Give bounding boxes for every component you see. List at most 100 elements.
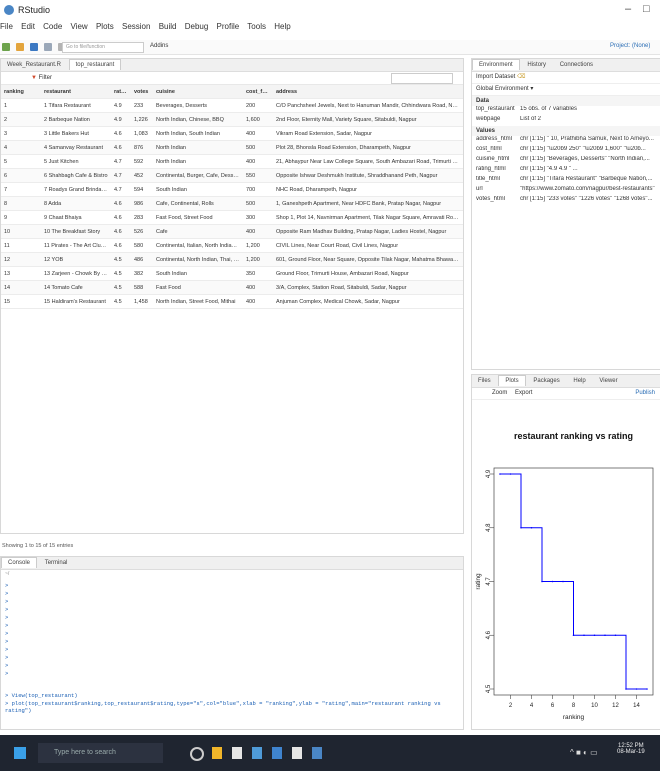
- table-row[interactable]: 44 Samanvay Restaurant 4.6 876 North Indian…: [1, 140, 463, 155]
- env-row[interactable]: webpage List of 2: [472, 116, 660, 126]
- save-all-icon[interactable]: [43, 43, 52, 51]
- zoom-button[interactable]: Zoom: [492, 390, 507, 396]
- column-header[interactable]: rating: [111, 85, 131, 99]
- table-row[interactable]: 33 Little Bakers Hut 4.6 1,083 North Indian…: [1, 126, 463, 141]
- menu-edit[interactable]: Edit: [21, 22, 35, 31]
- table-row[interactable]: 12 12 YOB 4.5 486 Continental, North Indian,…: [1, 252, 463, 267]
- env-value: chr [1:15] "Beverages, Desserts" "North …: [520, 156, 650, 162]
- table-row[interactable]: 55 Just Kitchen 4.7 592 North Indian 400 21, …: [1, 154, 463, 169]
- filter-label[interactable]: Filter: [39, 75, 52, 81]
- new-file-icon[interactable]: [2, 43, 10, 51]
- word-icon[interactable]: [272, 747, 282, 759]
- env-row[interactable]: cost_html chr [1:15] "\u20b9 250" "\u20b9…: [472, 146, 660, 156]
- rstudio-taskbar-icon[interactable]: [312, 747, 322, 759]
- goto-file-input[interactable]: Go to file/function: [62, 42, 144, 53]
- addins-button[interactable]: Addins: [150, 43, 168, 49]
- project-button[interactable]: Project: (None): [610, 43, 650, 49]
- env-name: address_html: [476, 136, 513, 142]
- column-header[interactable]: address: [273, 85, 463, 99]
- chrome-icon[interactable]: [212, 747, 222, 759]
- tab-top-restaurant[interactable]: top_restaurant: [68, 59, 122, 70]
- publish-button[interactable]: Publish: [635, 388, 655, 399]
- minimize-button[interactable]: –: [625, 3, 631, 15]
- menu-session[interactable]: Session: [122, 22, 150, 31]
- table-cell: Shop 1, Plot 14, Navnirman Apartment, Ti…: [273, 210, 463, 225]
- menu-tools[interactable]: Tools: [247, 22, 266, 31]
- tab-script[interactable]: Week_Restaurant.R: [1, 60, 67, 70]
- save-icon[interactable]: [29, 43, 38, 51]
- table-row[interactable]: 11 Tifara Restaurant 4.9 233 Beverages, Des…: [1, 98, 463, 113]
- tab-connections[interactable]: Connections: [554, 60, 599, 70]
- tab-plots[interactable]: Plots: [498, 375, 526, 386]
- table-row[interactable]: 15 15 Haldiram's Restaurant 4.5 1,458 North …: [1, 294, 463, 309]
- scope-select[interactable]: Global Environment ▾: [472, 84, 660, 96]
- table-row[interactable]: 22 Barbeque Nation 4.9 1,226 North Indian, …: [1, 112, 463, 127]
- table-cell: 21, Abhaypur Near Law College Square, So…: [273, 154, 463, 169]
- env-row[interactable]: cuisine_html chr [1:15] "Beverages, Desse…: [472, 156, 660, 166]
- menu-view[interactable]: View: [71, 22, 88, 31]
- env-row[interactable]: top_restaurant 15 obs. of 7 variables: [472, 106, 660, 116]
- env-row[interactable]: votes_html chr [1:15] "233 votes" "1226 v…: [472, 196, 660, 206]
- x-tick-label: 14: [633, 703, 640, 709]
- open-project-icon[interactable]: [15, 43, 24, 51]
- window-title: RStudio: [18, 5, 51, 15]
- store-icon[interactable]: [232, 747, 242, 759]
- table-cell: 1 Tifara Restaurant: [41, 98, 111, 113]
- tab-files[interactable]: Files: [472, 376, 497, 386]
- table-row[interactable]: 88 Adda 4.6 986 Cafe, Continental, Rolls 500…: [1, 196, 463, 211]
- data-point: [541, 580, 543, 583]
- table-cell: 6: [1, 168, 41, 183]
- table-search-input[interactable]: [391, 73, 453, 84]
- menu-help[interactable]: Help: [274, 22, 290, 31]
- column-header[interactable]: cuisine: [153, 85, 243, 99]
- taskbar-search-box[interactable]: Type here to search: [38, 743, 163, 763]
- maximize-button[interactable]: □: [643, 3, 650, 15]
- column-header[interactable]: restaurant: [41, 85, 111, 99]
- tray-clock[interactable]: 12:52 PM 08-Mar-19: [617, 743, 645, 755]
- mail-icon[interactable]: [252, 747, 262, 759]
- tab-terminal[interactable]: Terminal: [39, 558, 74, 568]
- menu-code[interactable]: Code: [43, 22, 62, 31]
- table-cell: CIVIL Lines, Near Court Road, Civil Line…: [273, 238, 463, 253]
- menu-debug[interactable]: Debug: [185, 22, 209, 31]
- table-row[interactable]: 14 14 Tomato Cafe 4.5 588 Fast Food 400 3/A, C…: [1, 280, 463, 295]
- column-header[interactable]: votes: [131, 85, 153, 99]
- filter-icon[interactable]: ▼: [31, 75, 37, 81]
- menu-profile[interactable]: Profile: [217, 22, 240, 31]
- table-row[interactable]: 1313 Zarjeen - Chowk By Sheesha4.5382Sou…: [1, 266, 463, 281]
- env-row[interactable]: rating_html chr [1:15] "4.9 4.9 " ...: [472, 166, 660, 176]
- console-prompt: >: [5, 630, 9, 637]
- x-tick-label: 10: [591, 703, 598, 709]
- table-cell: 382: [131, 266, 153, 281]
- env-row[interactable]: url "https://www.zomato.com/nagpur/best-r…: [472, 186, 660, 196]
- console-commands[interactable]: > View(top_restaurant) > plot(top_restau…: [5, 692, 463, 714]
- env-row[interactable]: title_html chr [1:15] "Tifara Restaurant"…: [472, 176, 660, 186]
- menu-build[interactable]: Build: [159, 22, 177, 31]
- rstudio-logo-icon: [4, 5, 14, 15]
- tab-help[interactable]: Help: [567, 376, 591, 386]
- environment-tabs: Environment History Connections: [472, 59, 660, 72]
- table-row[interactable]: 99 Chaat Bhaiya 4.6 283 Fast Food, Street F…: [1, 210, 463, 225]
- table-row[interactable]: 10 10 The Breakfast Story 4.6 526 Cafe 400 Opp…: [1, 224, 463, 239]
- windows-start-icon[interactable]: [14, 747, 26, 759]
- export-button[interactable]: Export: [515, 390, 532, 396]
- tab-environment[interactable]: Environment: [472, 59, 520, 70]
- broom-icon[interactable]: ⌫: [517, 74, 525, 80]
- table-row[interactable]: 66 Shahbagh Cafe & Bistro 4.7 452 Continent…: [1, 168, 463, 183]
- tray-icons[interactable]: ^ ■ ◐ ▭: [570, 748, 598, 757]
- menu-file[interactable]: File: [0, 22, 13, 31]
- table-row[interactable]: 1111 Pirates - The Art Club Lounge4.6580…: [1, 238, 463, 253]
- tab-console[interactable]: Console: [1, 557, 38, 568]
- tab-packages[interactable]: Packages: [527, 376, 565, 386]
- import-dataset-button[interactable]: Import Dataset: [476, 74, 515, 80]
- menu-plots[interactable]: Plots: [96, 22, 114, 31]
- tab-viewer[interactable]: Viewer: [593, 376, 623, 386]
- column-header[interactable]: ranking: [1, 85, 41, 99]
- env-row[interactable]: address_html chr [1:15] " 10, Prathibha S…: [472, 136, 660, 146]
- console-tabs: Console Terminal: [1, 557, 463, 570]
- table-row[interactable]: 77 Roadys Grand Brindavan Restaurant4.75…: [1, 182, 463, 197]
- file-explorer-icon[interactable]: [292, 747, 302, 759]
- task-view-icon[interactable]: [190, 747, 204, 761]
- column-header[interactable]: cost_for_two: [243, 85, 273, 99]
- tab-history[interactable]: History: [521, 60, 552, 70]
